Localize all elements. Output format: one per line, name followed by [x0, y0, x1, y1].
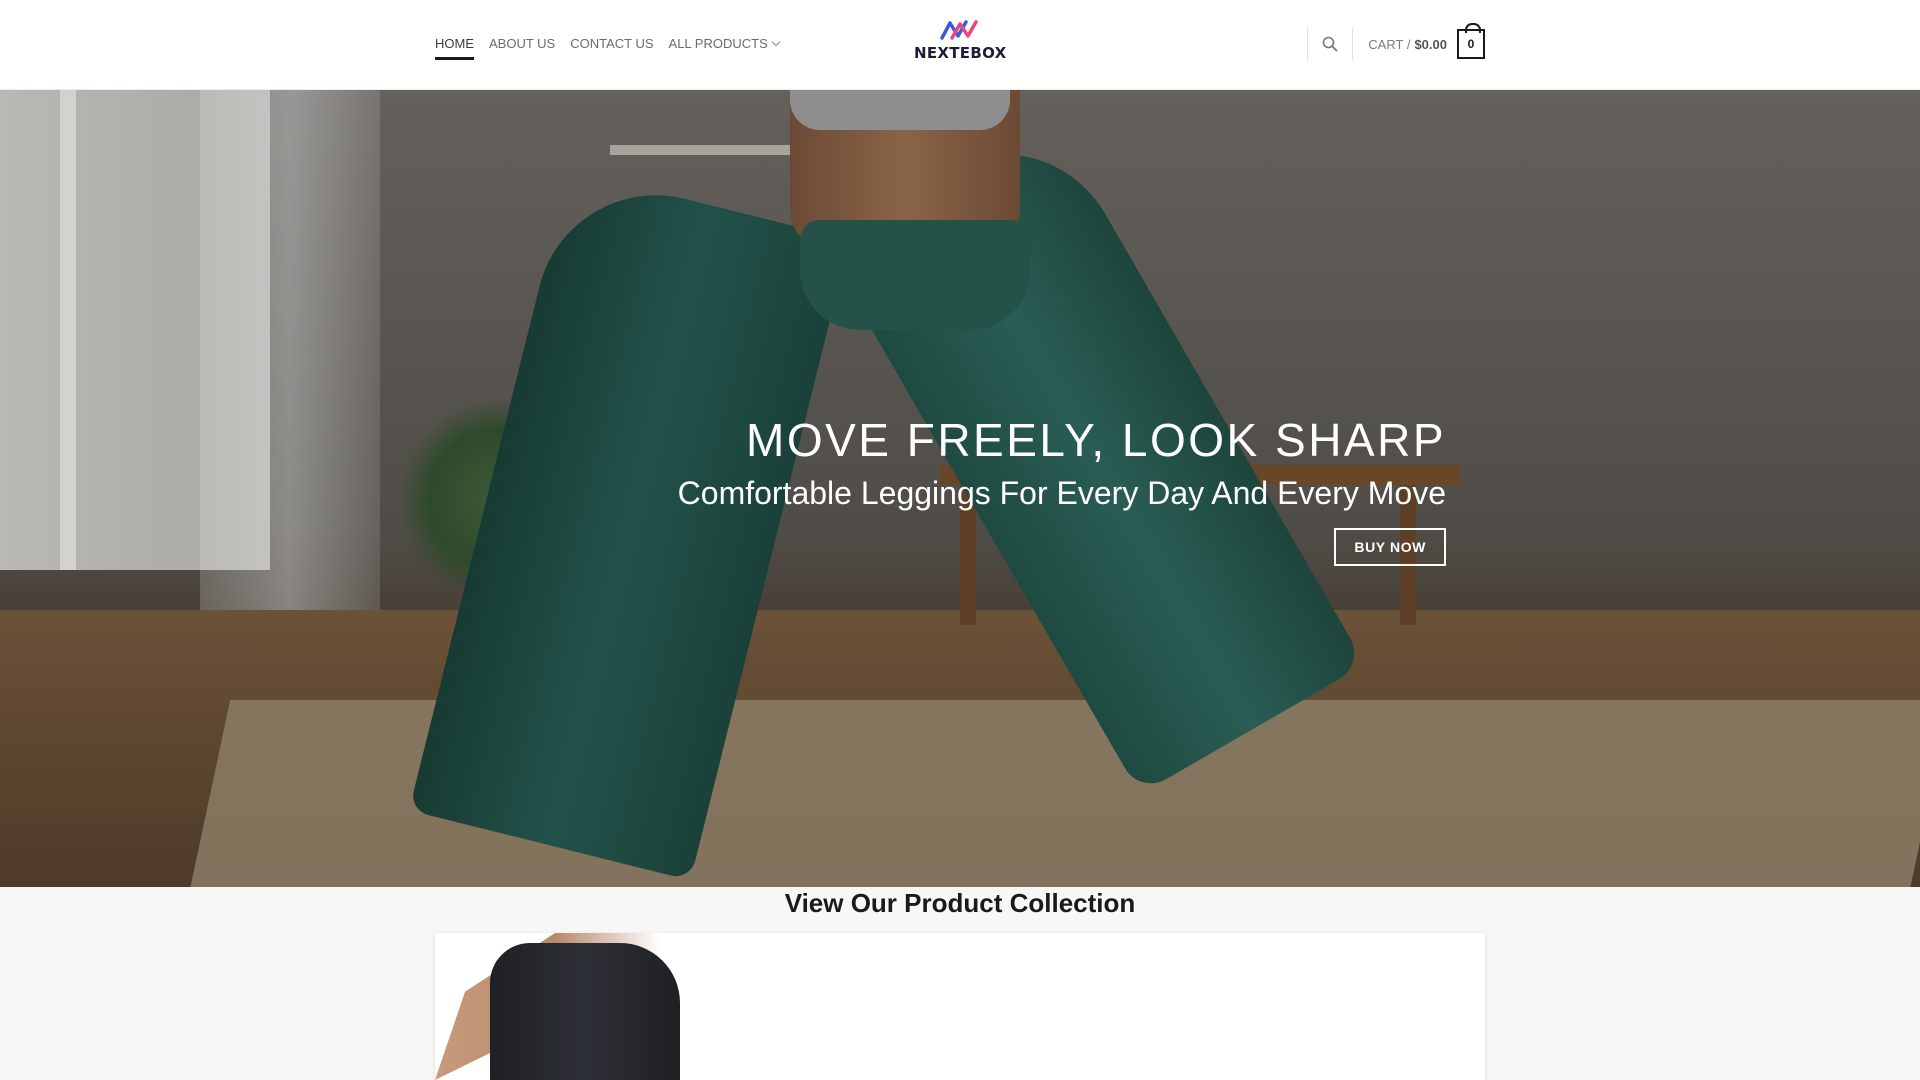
cart-label: CART /: [1368, 36, 1411, 52]
chevron-down-icon: [771, 37, 780, 46]
nav-contact-label: CONTACT US: [570, 36, 654, 51]
cart-count: 0: [1467, 37, 1475, 51]
buy-now-button[interactable]: BUY NOW: [1334, 528, 1446, 566]
product-image[interactable]: [435, 933, 735, 1080]
nav-all-products[interactable]: ALL PRODUCTS: [668, 36, 780, 51]
nav-about-us[interactable]: ABOUT US: [489, 36, 555, 51]
hero-banner: MOVE FREELY, LOOK SHARP Comfortable Legg…: [0, 90, 1920, 887]
nav-home[interactable]: HOME: [435, 36, 474, 60]
nav-about-label: ABOUT US: [489, 36, 556, 51]
hero-title: MOVE FREELY, LOOK SHARP: [746, 414, 1446, 466]
product-card[interactable]: [435, 933, 1485, 1080]
logo-mark-icon: [940, 20, 978, 40]
hero-content: MOVE FREELY, LOOK SHARP Comfortable Legg…: [678, 412, 1446, 566]
divider: [1352, 28, 1354, 60]
cart-total: $0.00: [1414, 36, 1447, 52]
main-nav: HOME ABOUT US CONTACT US ALL PRODUCTS: [435, 36, 794, 60]
hero-model-waistband: [800, 220, 1030, 330]
collection-title: View Our Product Collection: [784, 888, 1136, 918]
site-header: HOME ABOUT US CONTACT US ALL PRODUCTS NE…: [0, 0, 1920, 90]
hero-subtitle: Comfortable Leggings For Every Day And E…: [677, 475, 1446, 511]
logo-text: NEXTEBOX: [914, 44, 1007, 62]
nav-all-products-label: ALL PRODUCTS: [668, 36, 768, 51]
search-button[interactable]: [1308, 28, 1352, 60]
search-icon: [1322, 36, 1338, 52]
hero-model-top: [790, 90, 1010, 130]
nav-home-label: HOME: [435, 36, 474, 51]
product-legging: [490, 943, 680, 1080]
header-actions: CART / $0.00 0: [1307, 23, 1485, 64]
cart-link[interactable]: CART / $0.00 0: [1368, 23, 1485, 59]
nav-contact-us[interactable]: CONTACT US: [570, 36, 653, 51]
site-logo[interactable]: NEXTEBOX: [914, 18, 1006, 66]
hero-window-frame: [60, 90, 76, 570]
cart-count-badge[interactable]: 0: [1457, 23, 1485, 59]
